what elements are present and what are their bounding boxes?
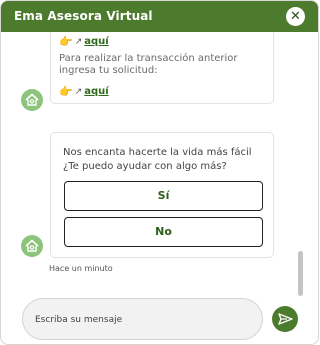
- house-icon: [25, 239, 39, 252]
- link-row: 👉 ↗ aquí: [59, 85, 109, 98]
- send-button[interactable]: [272, 306, 298, 332]
- message-bubble: Nos encanta hacerte la vida más fácil ¿T…: [50, 132, 274, 258]
- message-timestamp: Hace un minuto: [49, 264, 113, 273]
- chat-header: Ema Asesora Virtual ✕: [1, 1, 318, 32]
- question-text: Nos encanta hacerte la vida más fácil ¿T…: [63, 147, 252, 172]
- send-icon: [278, 313, 293, 325]
- chat-widget: Ema Asesora Virtual ✕ 👉 ↗ aquí Para real…: [0, 0, 319, 345]
- message-list: 👉 ↗ aquí Para realizar la transacción an…: [1, 32, 318, 292]
- bot-avatar: [21, 89, 43, 111]
- external-link-icon: ↗: [74, 36, 83, 47]
- message-composer: [22, 298, 263, 340]
- chat-title: Ema Asesora Virtual: [14, 9, 153, 23]
- link-row: 👉 ↗ aquí: [59, 35, 109, 48]
- close-icon[interactable]: ✕: [286, 7, 305, 26]
- link-aqui[interactable]: aquí: [84, 36, 108, 47]
- option-no-button[interactable]: No: [64, 217, 263, 247]
- link-aqui[interactable]: aquí: [84, 86, 108, 97]
- message-input[interactable]: [35, 312, 250, 328]
- option-yes-button[interactable]: Sí: [64, 181, 263, 211]
- scrollbar-thumb[interactable]: [298, 251, 303, 296]
- message-text: Para realizar la transacción anterior in…: [59, 53, 238, 76]
- pointing-hand-icon: 👉: [59, 85, 73, 98]
- pointing-hand-icon: 👉: [59, 35, 73, 48]
- bot-avatar: [21, 235, 43, 257]
- message-bubble: 👉 ↗ aquí Para realizar la transacción an…: [50, 32, 274, 104]
- external-link-icon: ↗: [74, 86, 83, 97]
- house-icon: [25, 93, 39, 106]
